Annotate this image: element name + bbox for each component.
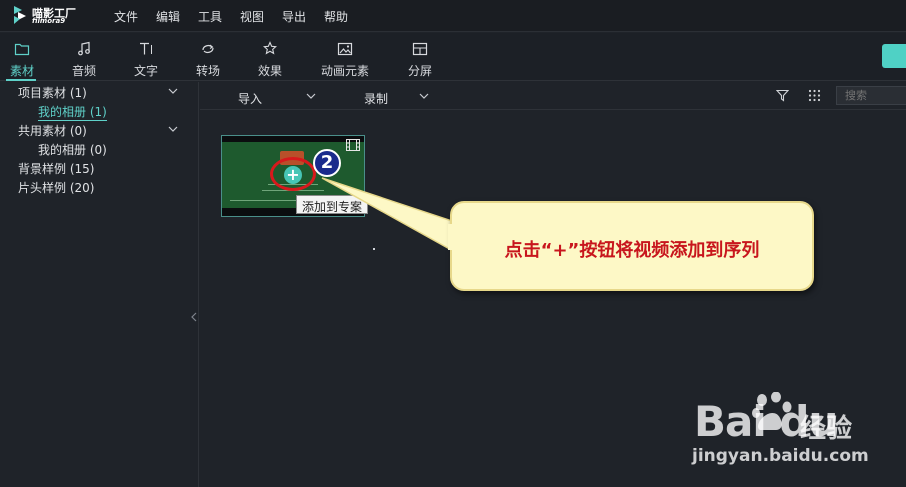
menu-tools[interactable]: 工具 (198, 8, 222, 25)
tab-split-screen-label: 分屏 (407, 64, 432, 78)
text-icon (140, 42, 152, 55)
tree-item-my-album-1[interactable]: 我的相册 (1) (38, 103, 107, 121)
tree-item-intro-samples[interactable]: 片头样例 (20) (18, 179, 94, 196)
tab-effects-label: 效果 (257, 64, 282, 78)
chevron-down-icon[interactable] (168, 126, 178, 132)
tab-transition-label: 转场 (195, 64, 220, 78)
chevron-down-icon[interactable] (168, 88, 178, 94)
tab-audio-label: 音频 (71, 64, 96, 78)
image-icon (337, 42, 353, 56)
media-library-sidebar: 项目素材 (1) 我的相册 (1) 共用素材 (0) 我的相册 (0) 背景样例… (0, 82, 199, 487)
collapse-sidebar-icon[interactable] (191, 312, 197, 322)
tab-media-label: 素材 (9, 64, 34, 78)
menu-file[interactable]: 文件 (114, 8, 138, 25)
tree-item-shared-media[interactable]: 共用素材 (0) (18, 122, 87, 139)
menu-export[interactable]: 导出 (282, 8, 306, 25)
chevron-down-icon[interactable] (419, 93, 429, 99)
tree-item-background-samples[interactable]: 背景样例 (15) (18, 160, 94, 177)
add-to-project-tooltip: 添加到专案 (296, 195, 369, 214)
media-content-header: 导入 录制 (200, 82, 906, 110)
menu-bar: 喵影工厂 filmora9 文件 编辑 工具 视图 导出 帮助 (0, 0, 906, 32)
record-button[interactable]: 录制 (364, 90, 388, 107)
watermark-url: jingyan.baidu.com (692, 446, 869, 466)
menu-edit[interactable]: 编辑 (156, 8, 180, 25)
menu-view[interactable]: 视图 (240, 8, 264, 25)
tab-transition[interactable]: 转场 (190, 33, 226, 81)
grid-view-icon[interactable] (808, 89, 821, 102)
tab-elements-label: 动画元素 (320, 64, 369, 78)
music-note-icon (78, 41, 90, 56)
filmora-logo-icon (14, 6, 26, 24)
export-button[interactable] (882, 44, 906, 68)
import-button[interactable]: 导入 (238, 90, 262, 107)
effects-icon (263, 41, 277, 55)
baidu-paw-icon (752, 392, 792, 430)
app-name-en: filmora9 (32, 17, 66, 25)
chevron-down-icon[interactable] (306, 93, 316, 99)
active-tab-indicator (6, 79, 36, 81)
search-input[interactable] (836, 86, 906, 105)
watermark-brand-cn: 经验 (800, 414, 853, 444)
cursor-dot (373, 248, 375, 250)
tab-media[interactable]: 素材 (4, 33, 40, 81)
media-toolbar: 素材 音频 文字 转场 效果 动画元素 分屏 (0, 33, 906, 81)
tab-elements[interactable]: 动画元素 (314, 33, 376, 81)
tree-item-my-album-0[interactable]: 我的相册 (0) (38, 141, 107, 158)
step-badge: 2 (313, 149, 341, 177)
menu-help[interactable]: 帮助 (324, 8, 348, 25)
filter-icon[interactable] (776, 89, 789, 102)
callout-text: 点击“+”按钮将视频添加到序列 (504, 240, 760, 261)
folder-icon (14, 43, 30, 56)
tab-text[interactable]: 文字 (128, 33, 164, 81)
highlight-ring (270, 157, 316, 191)
split-screen-icon (412, 42, 428, 56)
film-strip-icon (346, 139, 360, 151)
tree-item-project-media[interactable]: 项目素材 (1) (18, 84, 87, 101)
instruction-callout: 点击“+”按钮将视频添加到序列 (450, 201, 814, 291)
tab-split-screen[interactable]: 分屏 (402, 33, 438, 81)
tab-effects[interactable]: 效果 (252, 33, 288, 81)
tab-audio[interactable]: 音频 (66, 33, 102, 81)
transition-icon (202, 44, 214, 54)
tab-text-label: 文字 (133, 64, 158, 78)
